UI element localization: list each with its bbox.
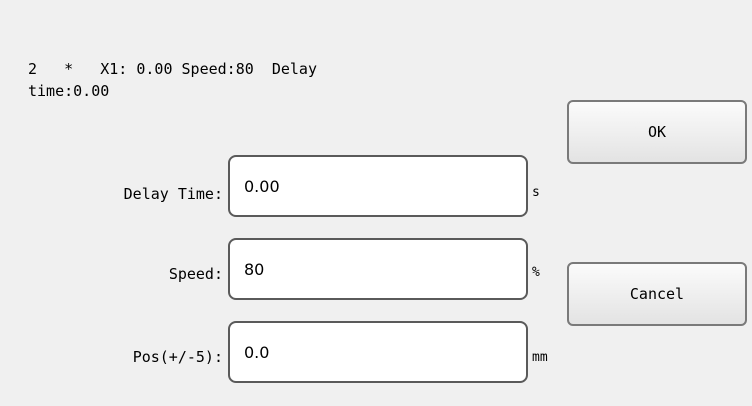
delay-time-unit: s: [532, 185, 540, 200]
ok-button-label: OK: [647, 123, 667, 141]
delay-time-input[interactable]: [228, 155, 528, 217]
speed-input[interactable]: [228, 238, 528, 300]
speed-unit: %: [532, 265, 540, 280]
ok-button[interactable]: OK: [567, 100, 747, 164]
point-info-text: 2 * X1: 0.00 Speed:80 Delay time:0.00: [28, 60, 317, 100]
pos-label: Pos(+/-5):: [132, 348, 223, 366]
speed-label: Speed:: [168, 265, 223, 283]
delay-time-label: Delay Time:: [123, 185, 223, 203]
pos-unit: mm: [532, 350, 548, 365]
cancel-button-label: Cancel: [629, 285, 685, 303]
pos-input[interactable]: [228, 321, 528, 383]
cancel-button[interactable]: Cancel: [567, 262, 747, 326]
